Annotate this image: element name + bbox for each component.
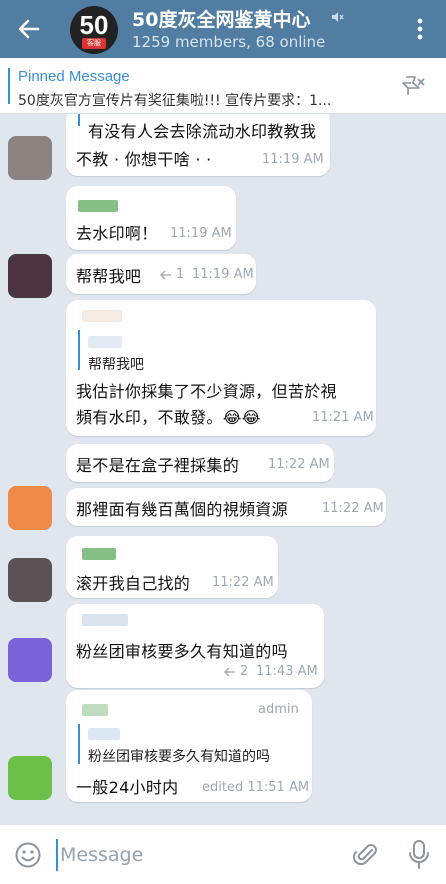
avatar[interactable]: [8, 254, 52, 298]
message-composer: [0, 824, 446, 884]
message-time: 11:19 AM: [192, 267, 254, 282]
group-avatar[interactable]: 50 客服: [70, 6, 118, 54]
message-text: 不教 · 你想干啥 · ·: [76, 150, 212, 169]
pinned-text: 50度灰官方宣传片有奖征集啦!!! 宣传片要求：1...: [18, 93, 332, 109]
group-member-count: 1259 members, 68 online: [132, 33, 326, 51]
message-text: 有没有人会去除流动水印教教我: [88, 122, 317, 141]
message-text: 是不是在盒子裡採集的: [76, 456, 240, 475]
message-time: 11:22 AM: [212, 575, 274, 590]
message-text: 頻有水印，不敢發。😂😂: [76, 408, 261, 427]
blurred-sender-name: [82, 704, 108, 716]
reply-quote-bar: [78, 114, 80, 126]
message-text: 去水印啊！: [76, 224, 158, 243]
reply-quote-bar: [78, 724, 80, 764]
message-bubble[interactable]: admin 粉丝团审核要多久有知道的吗 一般24小时内 edited 11:51…: [66, 690, 312, 802]
message-bubble[interactable]: 粉丝团审核要多久有知道的吗 2 11:43 AM: [66, 604, 324, 688]
message-time: 11:22 AM: [322, 501, 384, 516]
message-bubble[interactable]: 滚开我自己找的 11:22 AM: [66, 536, 278, 598]
pinned-accent-bar: [8, 68, 10, 104]
message-text: 帮帮我吧: [76, 267, 142, 286]
avatar[interactable]: [8, 558, 52, 602]
message-time: 11:19 AM: [262, 152, 324, 167]
blurred-reply-name: [88, 336, 122, 348]
blurred-reply-name: [88, 728, 120, 740]
message-bubble[interactable]: 那裡面有幾百萬個的視頻資源 11:22 AM: [66, 488, 386, 526]
message-input[interactable]: [56, 839, 336, 871]
more-menu-icon[interactable]: [410, 16, 430, 42]
reply-icon: [160, 270, 171, 280]
reply-count: 1: [176, 267, 185, 282]
back-arrow-icon[interactable]: [14, 14, 44, 44]
group-avatar-badge: 客服: [82, 38, 106, 49]
blurred-sender-name: [82, 614, 128, 626]
reply-icon: [224, 667, 235, 677]
message-time: 11:19 AM: [170, 226, 232, 241]
message-text: 那裡面有幾百萬個的視頻資源: [76, 500, 288, 519]
unpin-icon[interactable]: [400, 74, 426, 98]
avatar[interactable]: [8, 486, 52, 530]
message-time: 11:43 AM: [256, 664, 318, 679]
blurred-sender-name: [82, 310, 122, 322]
message-bubble[interactable]: 是不是在盒子裡採集的 11:22 AM: [66, 444, 334, 482]
message-bubble[interactable]: 有没有人会去除流动水印教教我 不教 · 你想干啥 · · 11:19 AM: [66, 114, 330, 176]
message-text: 滚开我自己找的: [76, 574, 191, 593]
message-time: 11:22 AM: [268, 457, 330, 472]
muted-icon: [332, 12, 344, 22]
group-title[interactable]: 50度灰全网鉴黄中心: [132, 5, 310, 32]
admin-badge: admin: [258, 702, 299, 717]
pinned-label: Pinned Message: [18, 68, 130, 85]
emoji-icon[interactable]: [14, 841, 42, 869]
avatar[interactable]: [8, 756, 52, 800]
reply-quote-text: 帮帮我吧: [88, 357, 144, 373]
message-bubble[interactable]: 帮帮我吧 我估計你採集了不少資源，但苦於視 頻有水印，不敢發。😂😂 11:21 …: [66, 300, 376, 436]
reply-quote-text: 粉丝团审核要多久有知道的吗: [88, 749, 270, 765]
message-bubble[interactable]: 帮帮我吧 1 11:19 AM: [66, 254, 256, 294]
microphone-icon[interactable]: [406, 839, 432, 871]
reply-quote-bar: [78, 330, 80, 370]
message-time: 11:21 AM: [312, 410, 374, 425]
chat-header: 50 客服 50度灰全网鉴黄中心 1259 members, 68 online: [0, 0, 446, 58]
attach-icon[interactable]: [352, 841, 380, 869]
message-time: edited 11:51 AM: [202, 780, 310, 795]
message-list[interactable]: 有没有人会去除流动水印教教我 不教 · 你想干啥 · · 11:19 AM 去水…: [0, 114, 446, 824]
message-text: 一般24小时内: [76, 778, 179, 797]
blurred-sender-name: [78, 200, 118, 212]
reply-count: 2: [240, 664, 249, 679]
avatar[interactable]: [8, 638, 52, 682]
message-text: 我估計你採集了不少資源，但苦於視: [76, 382, 337, 401]
message-text: 粉丝团审核要多久有知道的吗: [76, 642, 288, 661]
avatar[interactable]: [8, 136, 52, 180]
pinned-message-bar[interactable]: Pinned Message 50度灰官方宣传片有奖征集啦!!! 宣传片要求：1…: [0, 58, 446, 114]
blurred-sender-name: [82, 548, 116, 560]
group-avatar-text: 50: [79, 10, 109, 40]
message-bubble[interactable]: 去水印啊！ 11:19 AM: [66, 186, 236, 250]
